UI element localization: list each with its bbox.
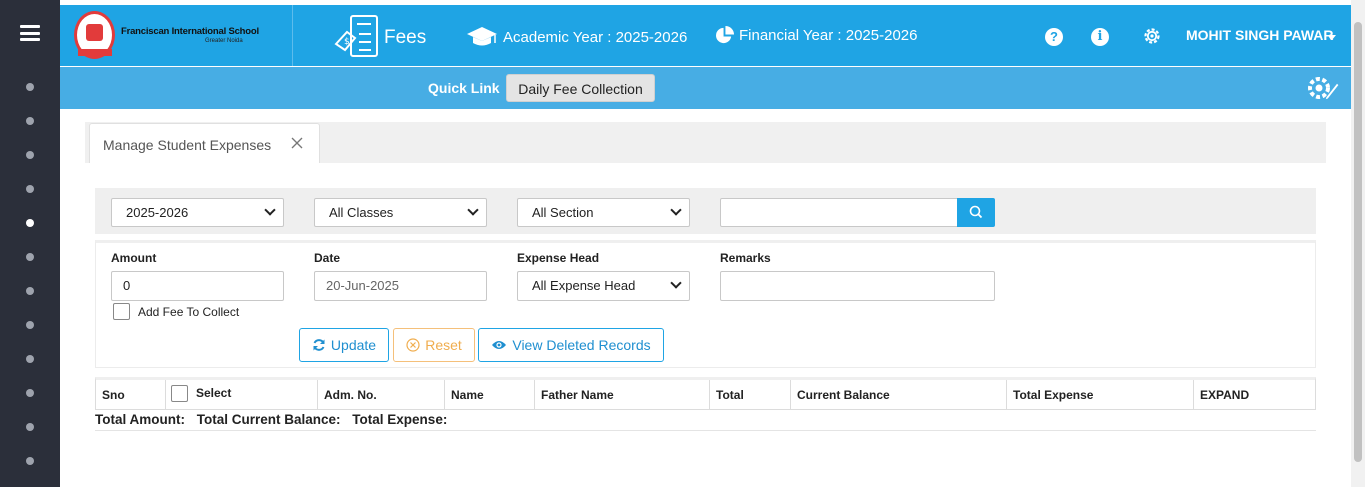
page-scrollbar[interactable] [1351,0,1365,487]
pie-chart-icon [716,26,734,44]
search-input[interactable] [720,198,958,227]
section-select-value: All Section [532,205,594,220]
sidebar-item-3[interactable] [26,151,34,159]
view-deleted-records-button[interactable]: View Deleted Records [478,328,664,362]
select-header-label: Select [196,386,232,400]
financial-year-label: Financial Year : 2025-2026 [739,27,918,44]
view-deleted-label: View Deleted Records [512,337,651,353]
search-button[interactable] [957,198,995,227]
sidebar-item-10[interactable] [26,389,34,397]
school-logo-area[interactable]: Franciscan International School Greater … [60,5,293,66]
session-select[interactable]: 2025-2026 [111,198,284,227]
column-header-name: Name [445,380,535,410]
sidebar-item-11[interactable] [26,423,34,431]
remarks-label: Remarks [720,251,771,265]
column-header-total-expense: Total Expense [1007,380,1194,410]
update-button[interactable]: Update [299,328,389,362]
total-current-balance-label: Total Current Balance: [196,412,341,427]
top-header: Franciscan International School Greater … [60,5,1351,66]
sidebar-item-6[interactable] [26,253,34,261]
sidebar-item-9[interactable] [26,355,34,363]
amount-input[interactable]: 0 [111,271,284,301]
expense-head-label: Expense Head [517,251,600,265]
reset-icon [406,338,420,352]
totals-row: Total Amount: Total Current Balance: Tot… [95,410,1316,431]
expense-form [95,240,1316,368]
chevron-down-icon [670,204,682,216]
expense-head-value: All Expense Head [532,278,636,293]
sidebar-item-1[interactable] [26,83,34,91]
remarks-input[interactable] [720,271,995,301]
expense-head-select[interactable]: All Expense Head [517,271,690,301]
graduation-cap-icon [467,27,497,46]
scrollbar-thumb[interactable] [1354,22,1362,462]
academic-year-label: Academic Year : 2025-2026 [503,28,688,46]
class-select[interactable]: All Classes [314,198,487,227]
column-header-father-name: Father Name [535,380,710,410]
update-label: Update [330,337,377,353]
close-icon[interactable] [290,136,304,150]
chevron-down-icon [264,204,276,216]
help-icon[interactable]: ? [1045,28,1063,46]
user-menu[interactable]: MOHIT SINGH PAWAR [1186,27,1334,43]
school-location: Greater Noida [205,38,243,44]
academic-year[interactable]: Academic Year : 2025-2026 [466,26,687,48]
info-icon[interactable]: i [1091,28,1109,46]
gear-icon[interactable] [1142,26,1162,46]
quick-link-label: Quick Link [428,80,500,96]
column-header-adm-no: Adm. No. [318,380,445,410]
tab-title: Manage Student Expenses [103,137,272,153]
column-header-current-balance: Current Balance [791,380,1007,410]
refresh-icon [313,339,325,351]
sidebar-rail [0,0,60,487]
svg-text:$: $ [344,37,350,47]
caret-down-icon[interactable] [1328,35,1336,40]
module-title[interactable]: Fees [384,27,426,49]
menu-icon[interactable] [20,25,40,41]
settings-edit-icon[interactable] [1306,75,1340,101]
total-amount-label: Total Amount: [95,412,185,427]
logo-banner [78,49,112,56]
column-header-total: Total [710,380,791,410]
chevron-down-icon [467,204,479,216]
total-expense-label: Total Expense: [352,412,448,427]
sidebar-item-4[interactable] [26,185,34,193]
sidebar-item-7[interactable] [26,287,34,295]
sidebar-item-2[interactable] [26,117,34,125]
daily-fee-collection-button[interactable]: Daily Fee Collection [506,74,655,102]
reset-button[interactable]: Reset [393,328,475,362]
section-select[interactable]: All Section [517,198,690,227]
select-all-checkbox[interactable] [171,385,188,402]
eye-icon [492,341,507,349]
search-icon [969,205,983,219]
financial-year[interactable]: Financial Year : 2025-2026 [715,26,917,45]
class-select-value: All Classes [329,205,394,220]
sidebar-item-5-active[interactable] [26,219,34,227]
quick-link-bar: Quick Link Daily Fee Collection [60,67,1351,109]
reset-label: Reset [425,337,462,353]
amount-label: Amount [111,251,157,265]
column-header-select: Select [166,380,318,410]
date-input[interactable]: 20-Jun-2025 [314,271,487,301]
add-fee-label: Add Fee To Collect [138,305,240,319]
chevron-down-icon [670,277,682,289]
fees-icon: $ [334,15,378,57]
sidebar-item-8[interactable] [26,321,34,329]
session-select-value: 2025-2026 [126,205,189,220]
sidebar-item-12[interactable] [26,457,34,465]
school-name: Franciscan International School [121,26,259,37]
tab-manage-student-expenses[interactable]: Manage Student Expenses [89,123,320,163]
column-header-expand: EXPAND [1200,388,1250,402]
expenses-table: Sno Select Adm. No. Name Father Name Tot… [95,377,1316,410]
column-header-sno: Sno [96,380,166,410]
date-label: Date [314,251,341,265]
add-fee-checkbox[interactable] [113,303,130,320]
